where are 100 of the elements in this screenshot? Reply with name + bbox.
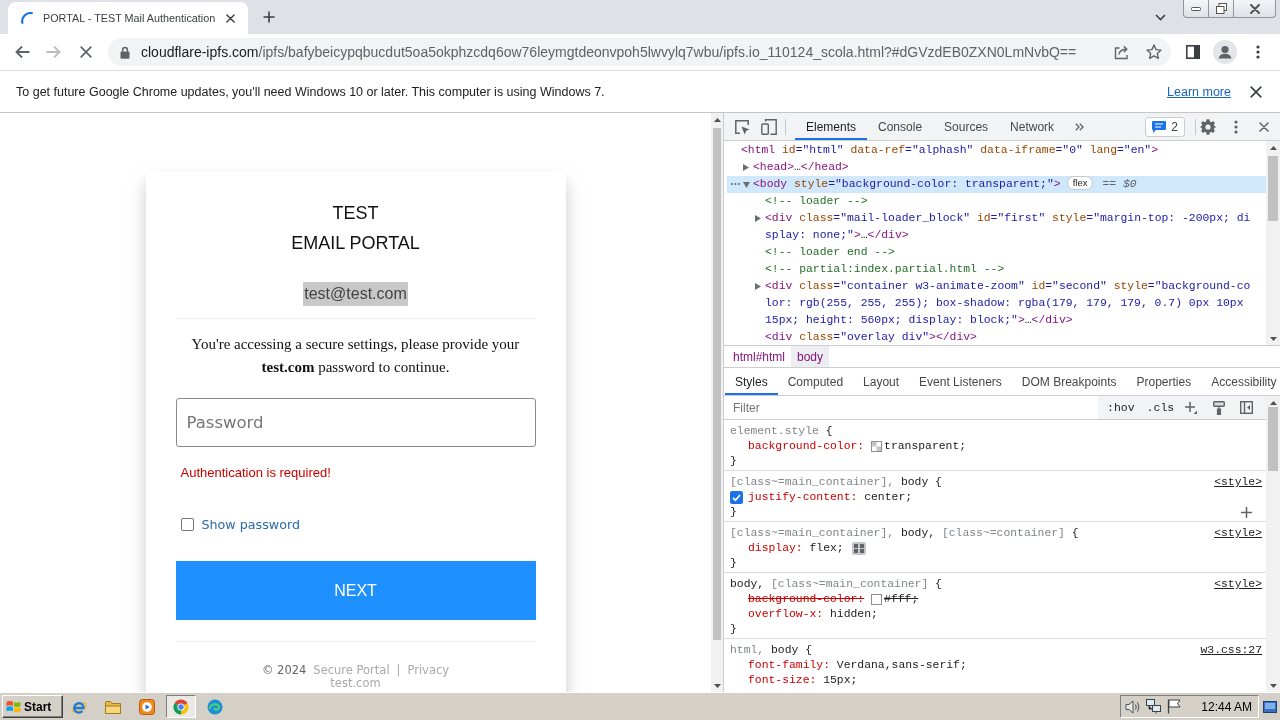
device-toolbar-icon[interactable]	[761, 118, 777, 135]
avatar-icon[interactable]	[1213, 40, 1237, 64]
close-button[interactable]	[1233, 0, 1276, 18]
clock-text: 12:44 AM	[1201, 699, 1252, 714]
property-value: 15px;	[823, 673, 858, 688]
plus-icon[interactable]	[263, 11, 275, 23]
close-icon[interactable]	[226, 13, 235, 23]
source-link[interactable]: <style>	[1214, 475, 1262, 490]
sidebar-tab[interactable]: Computed	[777, 368, 854, 395]
pseudo-state-button[interactable]: :hov	[1107, 401, 1135, 414]
flag-icon[interactable]	[1167, 699, 1183, 714]
dom-node[interactable]: <body style="background-color: transparent;"> flex == $0	[727, 176, 1266, 193]
speaker-icon[interactable]	[1125, 699, 1142, 714]
sidebar-tab[interactable]: Event Listeners	[909, 368, 1012, 395]
browser-tab[interactable]: PORTAL - TEST Mail Authentication	[8, 2, 248, 34]
source-link[interactable]: <style>	[1214, 577, 1262, 592]
show-password-label[interactable]: Show password	[201, 516, 300, 532]
scrollbar[interactable]	[1266, 396, 1280, 692]
scroll-down-arrow-icon[interactable]	[713, 684, 721, 688]
settings-icon[interactable]	[1200, 118, 1216, 135]
property-name: overflow-x:	[748, 607, 824, 622]
color-swatch-icon[interactable]	[871, 441, 883, 452]
email-address: test@test.com	[303, 282, 408, 306]
flex-editor-icon[interactable]	[851, 542, 866, 555]
stop-icon[interactable]	[80, 46, 92, 58]
color-swatch-icon[interactable]	[871, 594, 883, 605]
closing-brace: }	[730, 454, 737, 469]
close-icon[interactable]	[1259, 121, 1269, 132]
side-panel-icon[interactable]	[1186, 45, 1200, 59]
sidebar-toggle-icon[interactable]	[1240, 401, 1254, 414]
menu-icon[interactable]	[1234, 119, 1238, 134]
dom-node[interactable]: <!-- loader -->	[755, 193, 868, 210]
property-name: background-color:	[748, 439, 865, 454]
scrollbar[interactable]	[1266, 141, 1280, 345]
scroll-down-arrow-icon[interactable]	[1269, 684, 1277, 688]
dom-node[interactable]: <div class="overlay div"></div>	[755, 329, 977, 345]
taskbar-button[interactable]	[166, 695, 196, 718]
menu-icon[interactable]	[1256, 45, 1260, 59]
plus-icon[interactable]	[1185, 401, 1198, 414]
class-button[interactable]: .cls	[1146, 401, 1175, 414]
css-selector: [class~=main_container],	[730, 526, 895, 541]
plus-icon[interactable]	[1241, 507, 1252, 518]
sidebar-tab[interactable]: Layout	[853, 368, 910, 395]
learn-more-link[interactable]: Learn more	[1167, 84, 1231, 99]
scroll-up-arrow-icon[interactable]	[713, 118, 721, 122]
footer-domain: test.com	[330, 677, 381, 690]
dom-node[interactable]: <!-- partial:index.partial.html -->	[755, 261, 1005, 278]
issues-button[interactable]: 2	[1145, 116, 1185, 137]
scrollbar-thumb[interactable]	[1268, 407, 1278, 471]
browser-logo-icon	[173, 698, 189, 715]
devtools-tab[interactable]: Console	[867, 113, 934, 140]
property-value: #fff;	[884, 592, 919, 607]
devtools-tab[interactable]: Elements	[795, 113, 868, 140]
scrollbar[interactable]	[711, 113, 723, 692]
restore-button[interactable]	[1208, 0, 1234, 18]
password-field[interactable]: Password	[175, 398, 536, 447]
devtools-tab[interactable]: Network	[999, 113, 1066, 140]
scrollbar-thumb[interactable]	[713, 128, 721, 640]
back-arrow-icon[interactable]	[14, 45, 30, 59]
dom-node[interactable]: <div class="mail-loader_block" id="first" style="margin-top: -200px; display: none;">…</div>	[755, 210, 1253, 244]
breadcrumb[interactable]: body	[791, 346, 830, 367]
share-icon[interactable]	[1114, 44, 1130, 60]
scrollbar-thumb[interactable]	[1268, 156, 1278, 221]
star-icon[interactable]	[1146, 44, 1162, 60]
chevrons-right-icon[interactable]	[1075, 122, 1085, 131]
network-icon[interactable]	[1146, 699, 1163, 714]
triangle-right-icon[interactable]	[755, 283, 761, 290]
css-selector: body	[771, 643, 799, 658]
css-selector: [class~=container]	[941, 526, 1065, 541]
start-button[interactable]: Start	[2, 695, 63, 718]
source-link[interactable]: <style>	[1214, 526, 1262, 541]
sidebar-tab[interactable]: Accessibility	[1201, 368, 1280, 395]
triangle-right-icon[interactable]	[755, 215, 761, 222]
address-bar[interactable]: cloudflare-ipfs.com/ipfs/bafybeicypqbucdut5oa5okphzcdq6ow76leymgtdeonvpoh5lwvylq7wbu/ipfs.io_110124_scola.html?#dGVzdEB0ZXN0LmNvbQ==	[108, 38, 1171, 66]
scroll-up-arrow-icon[interactable]	[1269, 146, 1277, 150]
dom-node[interactable]: <div class="container w3-animate-zoom" id="second" style="background-color: rgb(255, 255, 255); box-shadow: rgba(179, 179, 179, 0.7) 0px 10px 15px; height: 560px; display: block;">…</div>	[755, 278, 1253, 329]
inspect-icon[interactable]	[734, 118, 750, 135]
source-link[interactable]: w3.css:27	[1200, 643, 1262, 658]
css-selector: body,	[730, 577, 765, 592]
sidebar-tab[interactable]: Properties	[1126, 368, 1202, 395]
scroll-up-arrow-icon[interactable]	[1269, 401, 1277, 405]
chevron-down-icon[interactable]	[1155, 13, 1166, 21]
dom-node[interactable]: <!-- loader end -->	[755, 244, 895, 261]
dom-node[interactable]: <head>…</head>	[743, 159, 849, 176]
dom-node[interactable]: <html id="html" data-ref="alphash" data-iframe="0" lang="en">	[731, 142, 1159, 159]
show-desktop-icon[interactable]	[1263, 699, 1277, 714]
paint-roller-icon[interactable]	[1213, 400, 1226, 415]
scroll-down-arrow-icon[interactable]	[1269, 337, 1277, 341]
flex-badge[interactable]: flex	[1066, 176, 1094, 190]
css-checkbox[interactable]	[730, 491, 743, 504]
triangle-down-icon[interactable]	[743, 181, 750, 188]
show-password-checkbox[interactable]	[180, 517, 194, 531]
property-value: transparent;	[884, 439, 967, 454]
property-name: justify-content:	[748, 490, 858, 505]
sidebar-tab[interactable]: DOM Breakpoints	[1011, 368, 1127, 395]
breadcrumb[interactable]: html#html	[727, 346, 791, 367]
devtools-tab[interactable]: Sources	[933, 113, 1000, 140]
triangle-right-icon[interactable]	[743, 164, 749, 171]
minimize-button[interactable]	[1183, 0, 1209, 18]
close-icon[interactable]	[1250, 85, 1262, 98]
